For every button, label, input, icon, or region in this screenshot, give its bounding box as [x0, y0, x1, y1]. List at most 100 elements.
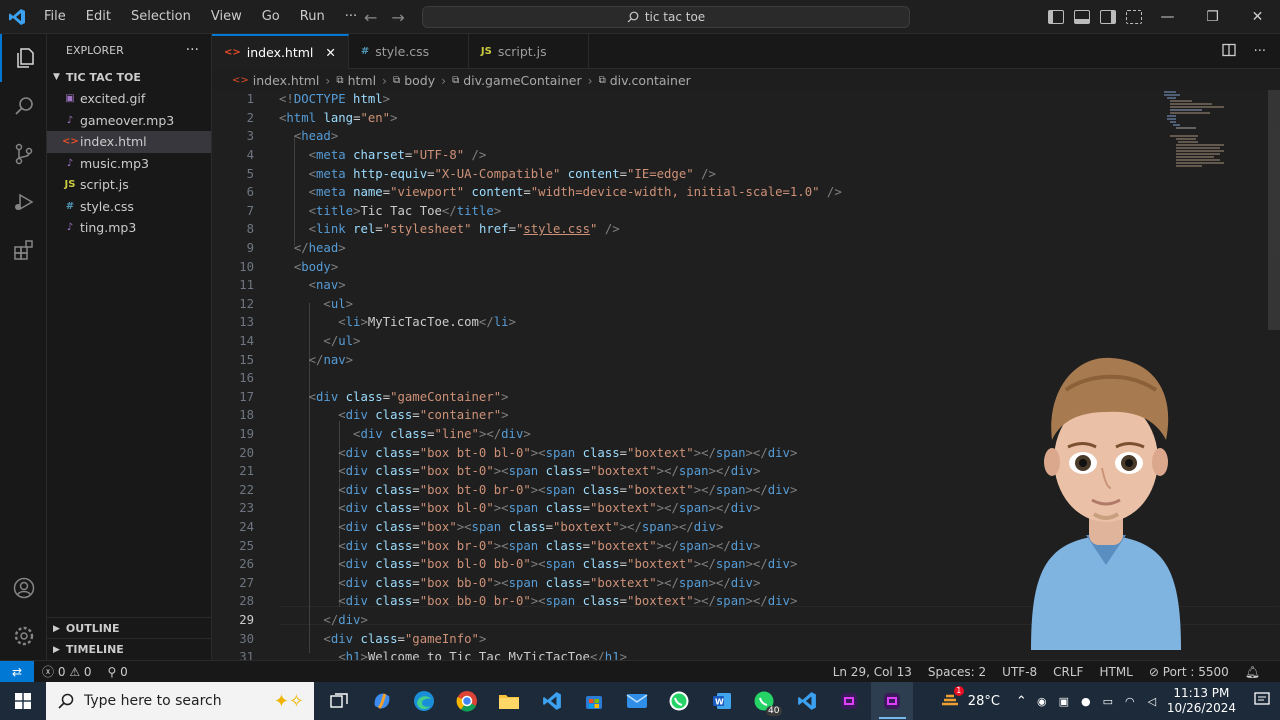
- task-view-icon[interactable]: [318, 682, 361, 720]
- show-hidden-icons-chevron-icon[interactable]: ⌃: [1016, 694, 1027, 709]
- menu-item[interactable]: Selection: [121, 0, 201, 34]
- code-line[interactable]: 4 <meta charset="UTF-8" />: [212, 146, 1280, 165]
- code-line[interactable]: 10 <body>: [212, 257, 1280, 276]
- editor-scrollbar[interactable]: [1268, 90, 1280, 330]
- breadcrumb-item[interactable]: div.gameContainer: [463, 73, 581, 88]
- camera-icon[interactable]: ▣: [1057, 694, 1071, 708]
- close-tab-icon[interactable]: ✕: [325, 45, 335, 60]
- breadcrumb-item[interactable]: div.container: [610, 73, 691, 88]
- language-mode[interactable]: HTML: [1091, 665, 1140, 679]
- more-actions-icon[interactable]: ···: [1254, 44, 1266, 59]
- recorder-app-icon[interactable]: [828, 682, 871, 720]
- run-debug-icon[interactable]: [0, 178, 47, 226]
- breadcrumb-item[interactable]: index.html: [253, 73, 320, 88]
- code-line[interactable]: 7 <title>Tic Tac Toe</title>: [212, 202, 1280, 221]
- whatsapp-business-icon[interactable]: 40: [743, 682, 786, 720]
- whatsapp-icon[interactable]: [658, 682, 701, 720]
- file-item[interactable]: ♪ ting.mp3: [47, 217, 211, 239]
- microsoft-store-icon[interactable]: [573, 682, 616, 720]
- toggle-sidebar-icon[interactable]: [1048, 10, 1064, 24]
- cursor-position[interactable]: Ln 29, Col 13: [825, 665, 920, 679]
- word-icon[interactable]: W: [701, 682, 744, 720]
- weather-icon[interactable]: 1: [940, 686, 964, 712]
- tab-style-css[interactable]: # style.css: [349, 34, 469, 69]
- wifi-icon[interactable]: ◠: [1123, 694, 1137, 708]
- code-line[interactable]: 1 <!DOCTYPE html>: [212, 90, 1280, 109]
- encoding[interactable]: UTF-8: [994, 665, 1045, 679]
- indentation[interactable]: Spaces: 2: [920, 665, 994, 679]
- battery-icon[interactable]: ▭: [1101, 694, 1115, 708]
- volume-icon[interactable]: ◁: [1145, 694, 1159, 708]
- more-actions-icon[interactable]: ···: [186, 42, 199, 58]
- code-line[interactable]: 3 <head>: [212, 127, 1280, 146]
- file-item[interactable]: JS script.js: [47, 174, 211, 196]
- recorder-app-icon-active[interactable]: [870, 682, 913, 720]
- code-line[interactable]: 12 <ul>: [212, 295, 1280, 314]
- toggle-panel-icon[interactable]: [1074, 10, 1090, 24]
- code-line[interactable]: 13 <li>MyTicTacToe.com</li>: [212, 313, 1280, 332]
- file-item[interactable]: # style.css: [47, 196, 211, 218]
- command-center-search[interactable]: tic tac toe: [422, 6, 910, 28]
- code-line[interactable]: 14 </ul>: [212, 332, 1280, 351]
- tab-script-js[interactable]: JS script.js: [469, 34, 589, 69]
- source-control-icon[interactable]: [0, 130, 47, 178]
- restore-button[interactable]: ❐: [1190, 0, 1235, 34]
- file-item[interactable]: <> index.html: [47, 131, 211, 153]
- windows-start-icon[interactable]: [0, 682, 46, 720]
- code-line[interactable]: 9 </head>: [212, 239, 1280, 258]
- end-of-line[interactable]: CRLF: [1045, 665, 1091, 679]
- outline-section[interactable]: ▶ OUTLINE: [47, 617, 212, 639]
- mail-icon[interactable]: [616, 682, 659, 720]
- breadcrumb-item[interactable]: body: [404, 73, 435, 88]
- clock[interactable]: 11:13 PM 10/26/2024: [1167, 686, 1236, 716]
- ports-indicator[interactable]: ⚲ 0: [100, 665, 136, 679]
- menu-item[interactable]: Go: [252, 0, 290, 34]
- line-number: 7: [246, 203, 254, 218]
- live-server-port[interactable]: ⊘ Port : 5500: [1141, 665, 1237, 679]
- remote-indicator-icon[interactable]: ⇄: [0, 660, 34, 683]
- file-item[interactable]: ♪ music.mp3: [47, 153, 211, 175]
- toggle-secondary-sidebar-icon[interactable]: [1100, 10, 1116, 24]
- chrome-icon[interactable]: [446, 682, 489, 720]
- file-explorer-icon[interactable]: [488, 682, 531, 720]
- breadcrumb-item[interactable]: html: [348, 73, 376, 88]
- code-line[interactable]: 2 <html lang="en">: [212, 109, 1280, 128]
- file-item[interactable]: ▣ excited.gif: [47, 88, 211, 110]
- weather-temp[interactable]: 28°C: [968, 694, 1000, 709]
- menu-item[interactable]: File: [34, 0, 76, 34]
- explorer-icon[interactable]: [0, 34, 47, 82]
- vscode-taskbar-icon[interactable]: [531, 682, 574, 720]
- settings-gear-icon[interactable]: [0, 612, 47, 660]
- code-line[interactable]: 11 <nav>: [212, 276, 1280, 295]
- menu-item[interactable]: Edit: [76, 0, 121, 34]
- taskbar-search[interactable]: Type here to search ✦✧: [46, 682, 314, 720]
- code-editor[interactable]: 1 <!DOCTYPE html> 2 <html lang="en"> 3 <head…: [212, 90, 1280, 660]
- edge-icon[interactable]: [403, 682, 446, 720]
- code-line[interactable]: 5 <meta http-equiv="X-UA-Compatible" con…: [212, 164, 1280, 183]
- forward-arrow-icon[interactable]: →: [391, 8, 404, 27]
- problems-indicator[interactable]: ⓧ 0 ⚠ 0: [34, 663, 100, 680]
- vscode-taskbar-icon-2[interactable]: [786, 682, 829, 720]
- minimize-button[interactable]: —: [1145, 0, 1190, 34]
- code-line[interactable]: 6 <meta name="viewport" content="width=d…: [212, 183, 1280, 202]
- action-center-icon[interactable]: [1254, 691, 1270, 711]
- menu-item[interactable]: Run: [290, 0, 335, 34]
- file-item[interactable]: ♪ gameover.mp3: [47, 110, 211, 132]
- accounts-icon[interactable]: [0, 564, 47, 612]
- microphone-icon[interactable]: ●: [1079, 694, 1093, 708]
- close-window-button[interactable]: ✕: [1235, 0, 1280, 34]
- search-icon[interactable]: [0, 82, 47, 130]
- copilot-icon[interactable]: [361, 682, 404, 720]
- menu-item[interactable]: View: [201, 0, 252, 34]
- code-line[interactable]: 8 <link rel="stylesheet" href="style.css…: [212, 220, 1280, 239]
- tab-index-html[interactable]: <> index.html ✕: [212, 34, 349, 69]
- customize-layout-icon[interactable]: [1126, 10, 1142, 24]
- menu-item[interactable]: ···: [335, 0, 367, 34]
- timeline-section[interactable]: ▶ TIMELINE: [47, 638, 212, 660]
- extensions-icon[interactable]: [0, 226, 47, 274]
- back-arrow-icon[interactable]: ←: [364, 8, 377, 27]
- folder-tic-tac-toe[interactable]: ▼ TIC TAC TOE: [47, 66, 211, 88]
- split-editor-icon[interactable]: [1221, 43, 1236, 61]
- notifications-icon[interactable]: 🔔︎: [1237, 665, 1268, 679]
- record-icon[interactable]: ◉: [1035, 694, 1049, 708]
